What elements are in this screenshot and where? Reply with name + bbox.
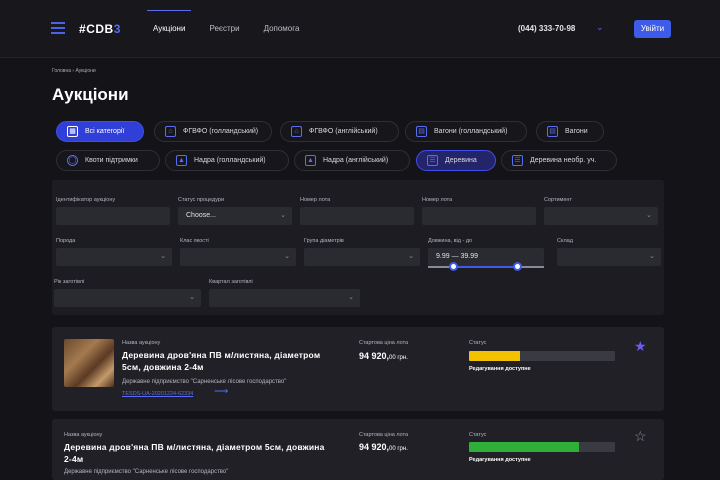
- lot-organization: Державне підприємство "Сарненське лісове…: [122, 379, 287, 385]
- bank-icon: ⌂: [165, 126, 176, 137]
- lot-thumbnail: [64, 339, 114, 387]
- lot-name[interactable]: Деревина дров'яна ПВ м/листяна, діаметро…: [122, 349, 322, 373]
- procedure-status-label: Статус процедури: [178, 197, 225, 203]
- chevron-down-icon: ⌄: [280, 212, 286, 219]
- status-text: Редагування доступне: [469, 457, 531, 463]
- start-price: 94 920,00 грн.: [359, 351, 408, 361]
- nav-help[interactable]: Допомога: [264, 0, 300, 58]
- assortment-select[interactable]: ⌄: [544, 207, 658, 225]
- length-label: Довжина, від - до: [428, 238, 473, 244]
- chevron-down-icon: ⌄: [348, 294, 354, 301]
- status-text: Редагування доступне: [469, 366, 531, 372]
- grid-icon: ▦: [67, 126, 78, 137]
- menu-icon[interactable]: [51, 22, 65, 34]
- harvest-quarter-label: Квартал заготівлі: [209, 279, 253, 285]
- length-slider-fill: [453, 266, 519, 268]
- phone-number[interactable]: (044) 333-70-98: [518, 24, 575, 33]
- wagon-icon: ▤: [547, 126, 558, 137]
- category-all[interactable]: ▦ Всі категорії: [56, 121, 144, 142]
- auction-id-input[interactable]: [56, 207, 170, 225]
- quota-icon: ◯: [67, 155, 78, 166]
- bank-icon: ⌂: [291, 126, 302, 137]
- chevron-down-icon: ⌄: [189, 294, 195, 301]
- chevron-down-icon[interactable]: ⌄: [596, 22, 604, 33]
- login-button[interactable]: Увійти: [634, 20, 671, 38]
- length-slider-min-handle[interactable]: [448, 262, 458, 271]
- category-fgvfo-english[interactable]: ⌂ ФГВФО (англійський): [280, 121, 399, 142]
- harvest-quarter-select[interactable]: ⌄: [209, 289, 360, 307]
- category-wood-unprocessed[interactable]: ☰ Деревина необр. уч.: [501, 150, 617, 171]
- category-subsoil-dutch[interactable]: ▲ Надра (голландський): [165, 150, 289, 171]
- lot-number-input-2[interactable]: [422, 207, 536, 225]
- wood-icon: ☰: [427, 155, 438, 166]
- chevron-down-icon: ⌄: [160, 253, 166, 260]
- wagon-icon: ▤: [416, 126, 427, 137]
- logo[interactable]: #CDB3: [79, 22, 121, 36]
- status-progress-fill: [469, 351, 521, 361]
- category-subsoil-english[interactable]: ▲ Надра (англійський): [294, 150, 410, 171]
- main-nav: Аукціони Реєстри Допомога: [146, 0, 323, 58]
- category-support-quotas[interactable]: ◯ Квоти підтримки: [56, 150, 160, 171]
- length-slider-max-handle[interactable]: [513, 262, 523, 271]
- derrick-icon: ▲: [305, 155, 316, 166]
- chevron-down-icon: ⌄: [408, 253, 414, 260]
- quality-class-label: Клас якості: [180, 238, 209, 244]
- lot-number-label-2: Номер лота: [422, 197, 453, 203]
- category-fgvfo-dutch[interactable]: ⌂ ФГВФО (голландський): [154, 121, 272, 142]
- lot-number-label: Номер лота: [300, 197, 331, 203]
- harvest-year-select[interactable]: ⌄: [54, 289, 201, 307]
- diameter-group-label: Група діаметрів: [304, 238, 344, 244]
- species-select[interactable]: ⌄: [56, 248, 172, 266]
- start-price-label: Стартова ціна лота: [359, 432, 409, 438]
- start-price-label: Стартова ціна лота: [359, 340, 409, 346]
- lot-card[interactable]: Назва аукціону Деревина дров'яна ПВ м/ли…: [52, 419, 664, 480]
- status-progress-bar: [469, 351, 615, 361]
- status-progress-fill: [469, 442, 579, 452]
- arrow-right-icon[interactable]: ⟶: [214, 386, 228, 397]
- derrick-icon: ▲: [176, 155, 187, 166]
- procedure-status-select[interactable]: Choose... ⌄: [178, 207, 292, 225]
- category-wagons-dutch[interactable]: ▤ Вагони (голландський): [405, 121, 527, 142]
- page-title: Аукціони: [52, 85, 129, 104]
- chevron-down-icon: ⌄: [649, 253, 655, 260]
- nav-registries[interactable]: Реєстри: [209, 0, 239, 58]
- status-label: Статус: [469, 340, 487, 346]
- status-progress-bar: [469, 442, 615, 452]
- quality-class-select[interactable]: ⌄: [180, 248, 296, 266]
- lot-organization: Державне підприємство "Сарненське лісове…: [64, 469, 229, 475]
- lot-name-label: Назва аукціону: [122, 340, 161, 346]
- chevron-down-icon: ⌄: [284, 253, 290, 260]
- top-header: #CDB3 Аукціони Реєстри Допомога (044) 33…: [0, 0, 720, 58]
- diameter-group-select[interactable]: ⌄: [304, 248, 420, 266]
- start-price: 94 920,00 грн.: [359, 442, 408, 452]
- length-range-value[interactable]: 9.99 — 39.99: [428, 248, 544, 266]
- species-label: Порода: [56, 238, 76, 244]
- status-label: Статус: [469, 432, 487, 438]
- assortment-label: Сортимент: [544, 197, 572, 203]
- harvest-year-label: Рік заготівлі: [54, 279, 85, 285]
- lot-number-input[interactable]: [300, 207, 414, 225]
- category-wagons[interactable]: ▤ Вагони: [536, 121, 604, 142]
- lot-name[interactable]: Деревина дров'яна ПВ м/листяна, діаметро…: [64, 441, 334, 465]
- chevron-down-icon: ⌄: [646, 212, 652, 219]
- lot-auction-id-link[interactable]: TESDS-UA-20201224-62334: [122, 391, 193, 397]
- nav-auctions[interactable]: Аукціони: [146, 0, 192, 58]
- wood-icon: ☰: [512, 155, 523, 166]
- favorite-star-icon[interactable]: ★: [634, 339, 647, 353]
- warehouse-select[interactable]: ⌄: [557, 248, 661, 266]
- warehouse-label: Склад: [557, 238, 573, 244]
- favorite-star-icon[interactable]: ☆: [634, 429, 647, 443]
- lot-card[interactable]: Назва аукціону Деревина дров'яна ПВ м/ли…: [52, 327, 664, 411]
- lot-name-label: Назва аукціону: [64, 432, 103, 438]
- category-wood[interactable]: ☰ Деревина: [416, 150, 496, 171]
- filter-panel: Ідентифікатор аукціону Статус процедури …: [52, 180, 664, 315]
- auction-id-label: Ідентифікатор аукціону: [56, 197, 116, 203]
- breadcrumb[interactable]: Головна › Аукціони: [52, 68, 96, 74]
